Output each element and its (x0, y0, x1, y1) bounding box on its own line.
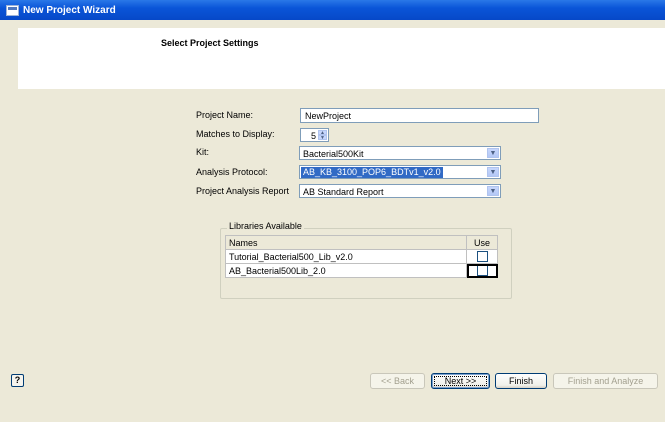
column-header-names[interactable]: Names (225, 235, 467, 250)
library-name: AB_Bacterial500Lib_2.0 (225, 263, 467, 278)
library-name: Tutorial_Bacterial500_Lib_v2.0 (225, 249, 467, 264)
kit-value: Bacterial500Kit (303, 149, 364, 159)
column-header-use[interactable]: Use (466, 235, 498, 250)
back-button[interactable]: << Back (370, 373, 425, 389)
table-header-row: Names Use (225, 235, 498, 250)
library-use-cell[interactable] (466, 249, 498, 264)
wizard-header-panel: Select Project Settings (18, 28, 665, 89)
project-report-value: AB Standard Report (303, 187, 384, 197)
project-name-input[interactable]: NewProject (300, 108, 539, 123)
library-use-cell[interactable] (466, 263, 498, 278)
next-button-label: Next >> (434, 376, 487, 386)
use-checkbox[interactable] (476, 265, 488, 277)
libraries-group-label: Libraries Available (227, 221, 304, 231)
window-title: New Project Wizard (23, 4, 116, 16)
finish-and-analyze-button[interactable]: Finish and Analyze (553, 373, 658, 389)
window-titlebar[interactable]: New Project Wizard (0, 0, 665, 20)
project-name-label: Project Name: (196, 110, 254, 120)
table-row[interactable]: Tutorial_Bacterial500_Lib_v2.0 (225, 249, 498, 264)
analysis-protocol-label: Analysis Protocol: (196, 167, 268, 177)
analysis-protocol-select[interactable]: AB_KB_3100_POP6_BDTv1_v2.0 ▼ (299, 165, 501, 179)
chevron-down-icon[interactable]: ▼ (487, 167, 499, 177)
matches-value: 5 (311, 131, 317, 141)
kit-label: Kit: (196, 147, 210, 157)
analysis-protocol-value: AB_KB_3100_POP6_BDTv1_v2.0 (301, 167, 443, 178)
table-row[interactable]: AB_Bacterial500Lib_2.0 (225, 263, 498, 278)
chevron-down-icon[interactable]: ▼ (487, 186, 499, 196)
page-title: Select Project Settings (161, 38, 259, 48)
finish-button[interactable]: Finish (495, 373, 547, 389)
help-button[interactable]: ? (11, 374, 24, 387)
wizard-app-icon (6, 4, 19, 16)
libraries-table: Names Use Tutorial_Bacterial500_Lib_v2.0… (225, 235, 498, 278)
chevron-down-icon[interactable]: ▼ (487, 148, 499, 158)
next-button[interactable]: Next >> (431, 373, 490, 389)
kit-select[interactable]: Bacterial500Kit ▼ (299, 146, 501, 160)
matches-label: Matches to Display: (196, 129, 275, 139)
project-report-label: Project Analysis Report (196, 186, 290, 196)
project-report-select[interactable]: AB Standard Report ▼ (299, 184, 501, 198)
matches-spinner[interactable]: 5 ▲ ▼ (300, 128, 329, 142)
use-checkbox[interactable] (476, 251, 488, 263)
spinner-down-icon[interactable]: ▼ (318, 135, 327, 141)
